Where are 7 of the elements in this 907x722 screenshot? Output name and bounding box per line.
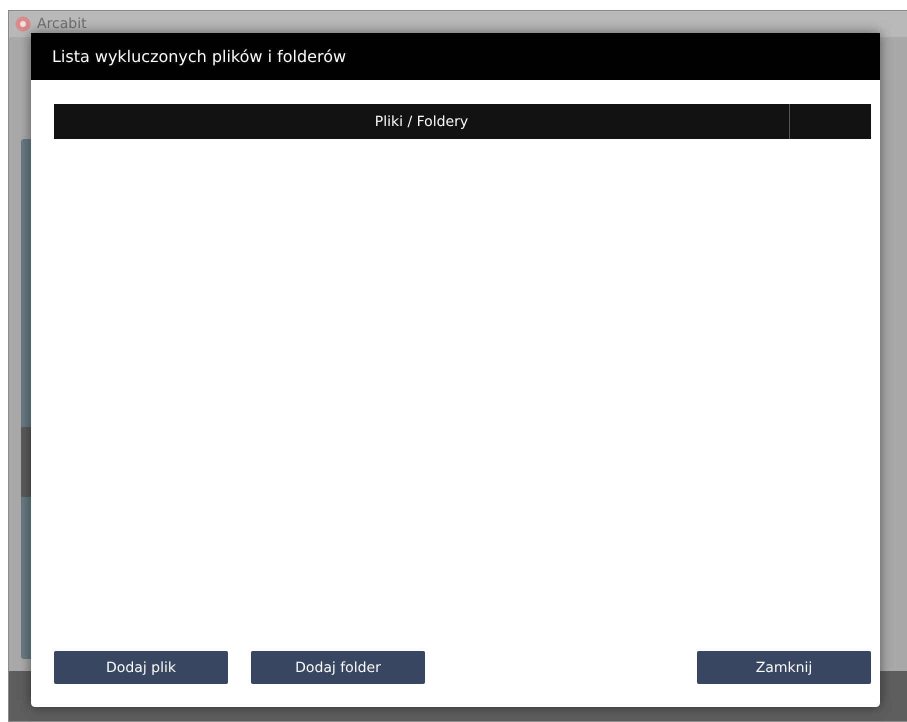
column-header: Pliki / Foldery — [374, 112, 470, 132]
dialog-button[interactable]: Dodaj folder — [251, 651, 425, 684]
close-button[interactable]: Zamknij — [697, 651, 871, 684]
dialog-button[interactable]: Dodaj plik — [54, 651, 228, 684]
logo-icon — [15, 16, 31, 32]
window-title: Arcabit — [37, 16, 87, 32]
dialog-title: Lista wykluczonych plików i folderów — [52, 47, 346, 66]
